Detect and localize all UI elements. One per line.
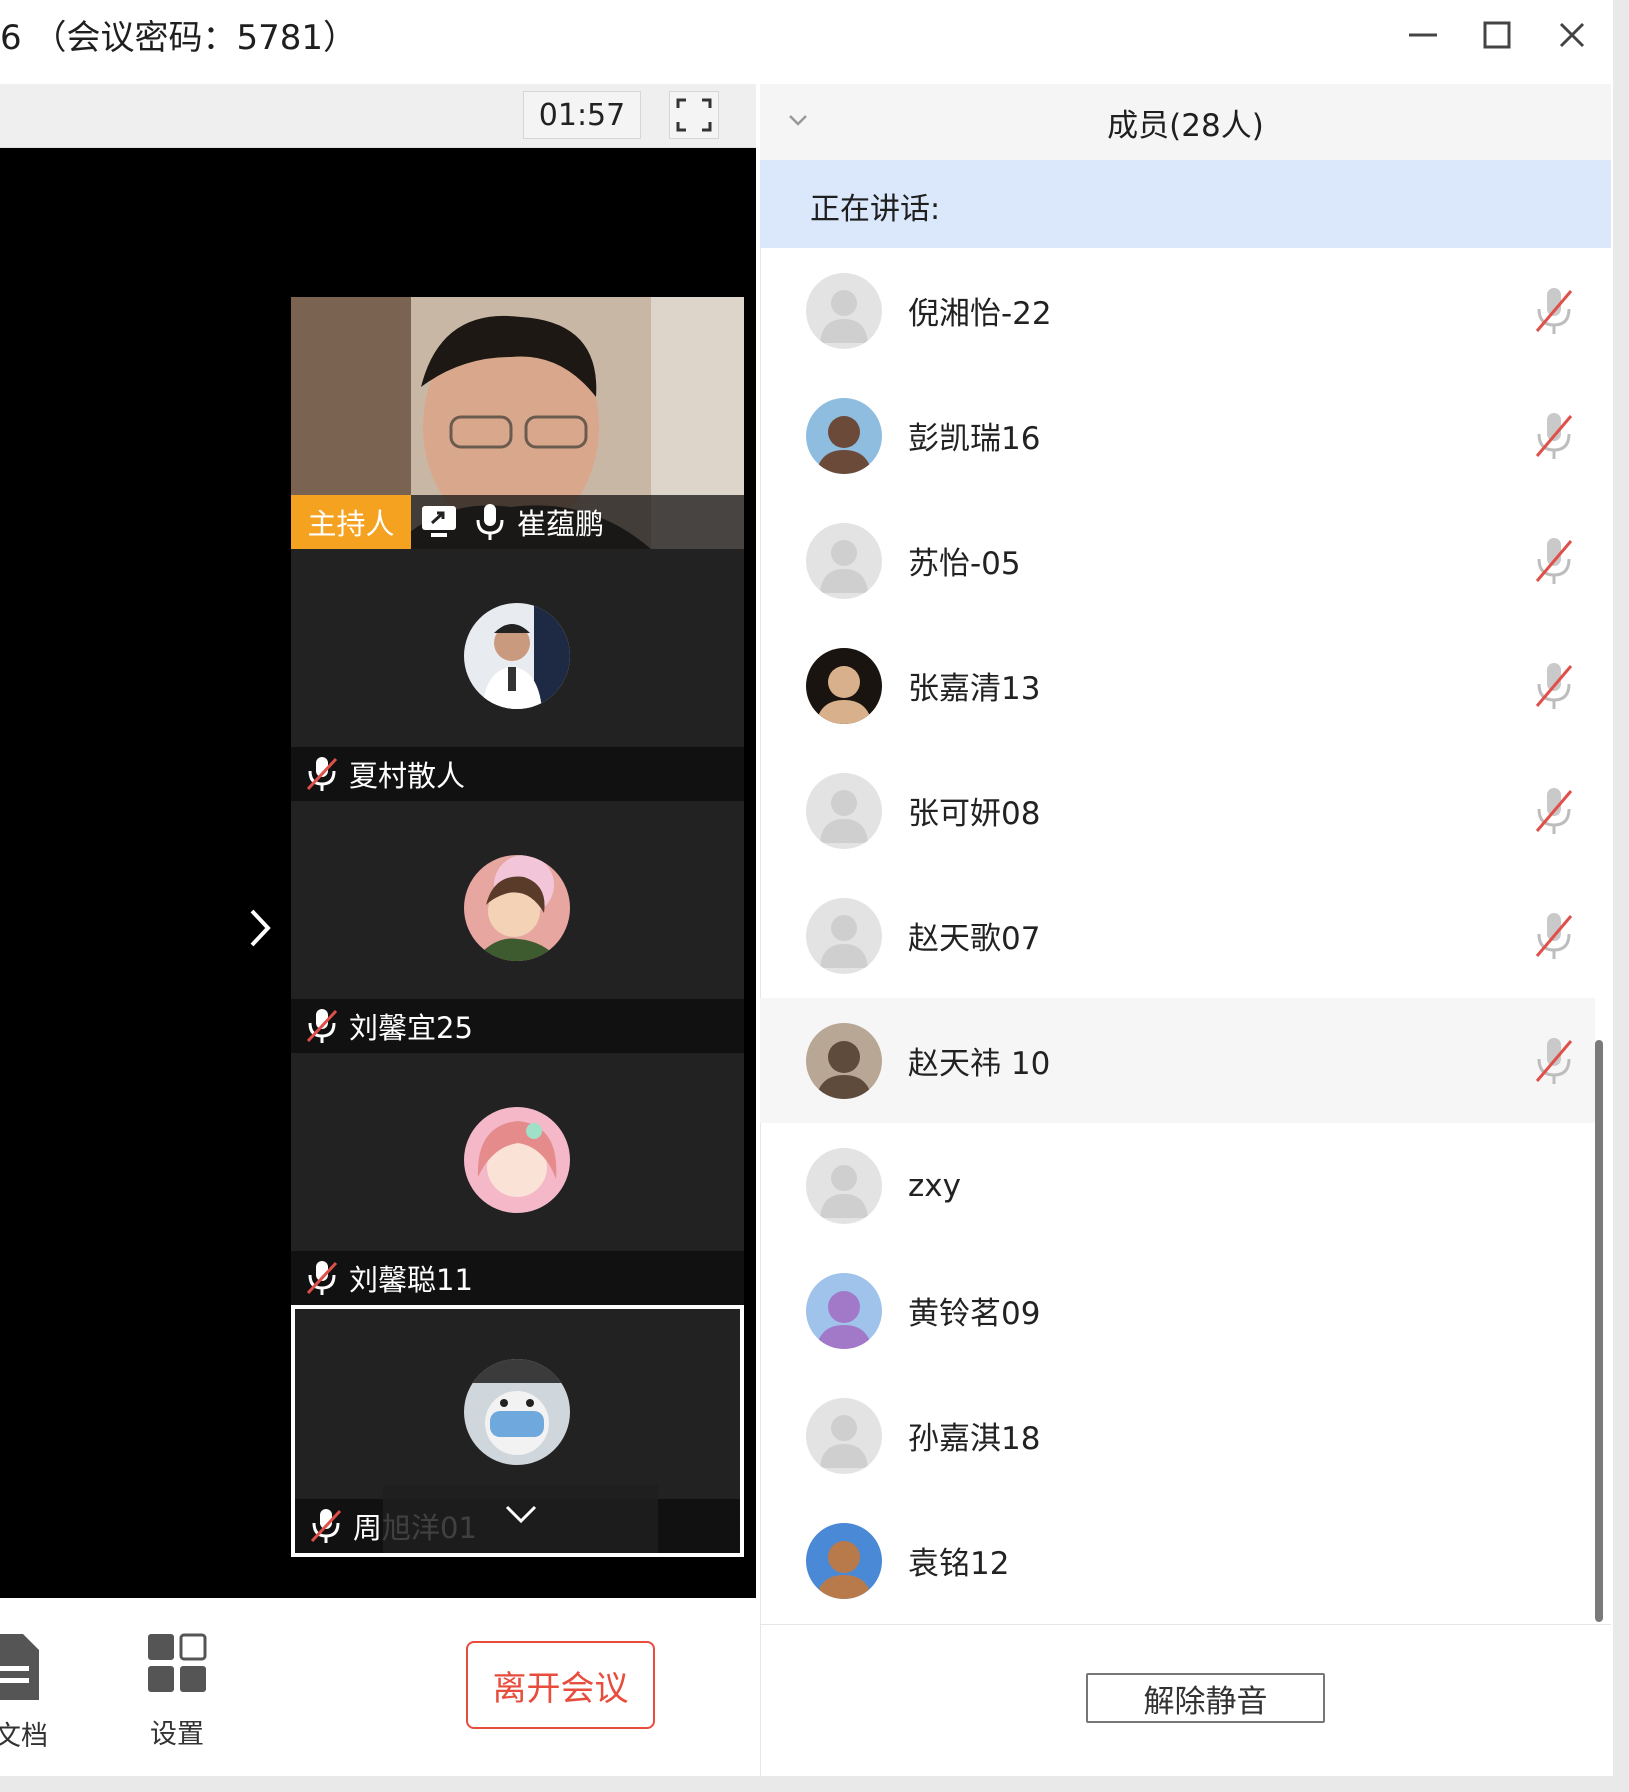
meeting-timer: 01:57 xyxy=(523,91,641,139)
next-page-arrow[interactable] xyxy=(240,905,280,951)
member-row[interactable]: 孙嘉淇18 xyxy=(760,1373,1595,1498)
documents-button[interactable]: 会议文档 xyxy=(0,1632,48,1753)
member-name: 彭凯瑞16 xyxy=(908,421,1041,457)
minimize-button[interactable] xyxy=(1393,10,1453,60)
mic-off-icon xyxy=(310,1509,342,1543)
documents-label: 会议文档 xyxy=(0,1721,48,1752)
member-name: 袁铭12 xyxy=(908,1546,1010,1582)
background-window-edge xyxy=(1613,0,1629,1792)
participant-name-bar: 刘馨宜25 xyxy=(291,999,744,1053)
member-avatar xyxy=(806,397,882,474)
mic-on-icon xyxy=(476,504,504,540)
mic-off-icon[interactable] xyxy=(1533,535,1575,587)
divider xyxy=(760,1624,1611,1625)
video-tile[interactable]: 刘馨宜25 xyxy=(291,801,744,1053)
participant-avatar xyxy=(464,855,570,961)
member-avatar xyxy=(806,647,882,724)
member-avatar xyxy=(806,522,882,599)
mic-off-icon xyxy=(306,1009,338,1043)
member-row[interactable]: 袁铭12 xyxy=(760,1498,1595,1623)
member-row[interactable]: zxy xyxy=(760,1123,1595,1248)
participant-name: 崔蕴鹏 xyxy=(517,507,605,541)
video-tile[interactable]: 刘馨聪11 xyxy=(291,1053,744,1305)
member-name: 张可妍08 xyxy=(908,796,1041,832)
maximize-icon xyxy=(1483,21,1511,49)
member-avatar xyxy=(806,1522,882,1599)
participant-name-bar: 刘馨聪11 xyxy=(291,1251,744,1305)
mic-off-icon[interactable] xyxy=(1533,910,1575,962)
chevron-down-icon xyxy=(505,1505,536,1524)
mic-off-icon[interactable] xyxy=(1533,785,1575,837)
member-list-scrollbar[interactable] xyxy=(1595,1040,1603,1622)
mic-off-icon xyxy=(306,757,338,791)
member-row[interactable]: 赵天歌07 xyxy=(760,873,1595,998)
participant-name: 夏村散人 xyxy=(349,759,466,793)
leave-meeting-button[interactable]: 离开会议 xyxy=(466,1641,655,1729)
mic-off-icon[interactable] xyxy=(1533,410,1575,462)
maximize-button[interactable] xyxy=(1467,10,1527,60)
member-name: 赵天歌07 xyxy=(908,921,1041,957)
close-icon xyxy=(1559,22,1585,48)
settings-grid-icon xyxy=(148,1633,207,1692)
close-button[interactable] xyxy=(1542,10,1602,60)
speaking-label: 正在讲话: xyxy=(810,192,941,227)
members-title: 成员(28人) xyxy=(1107,108,1264,144)
participant-avatar xyxy=(464,603,570,709)
member-row[interactable]: 倪湘怡-22 xyxy=(760,248,1595,373)
member-name: 黄铃茗09 xyxy=(908,1296,1041,1332)
member-name: 张嘉清13 xyxy=(908,671,1041,707)
member-name: 苏怡-05 xyxy=(908,546,1021,582)
member-row[interactable]: 张嘉清13 xyxy=(760,623,1595,748)
member-name: 赵天祎 10 xyxy=(908,1046,1051,1082)
member-row[interactable]: 苏怡-05 xyxy=(760,498,1595,623)
screen-share-icon xyxy=(422,506,456,537)
member-avatar xyxy=(806,772,882,849)
settings-button[interactable]: 设置 xyxy=(146,1632,208,1751)
member-avatar xyxy=(806,272,882,349)
member-avatar xyxy=(806,1272,882,1349)
member-name: 倪湘怡-22 xyxy=(908,296,1052,332)
fullscreen-icon xyxy=(676,98,712,132)
member-name: zxy xyxy=(908,1167,961,1204)
member-avatar xyxy=(806,1397,882,1474)
host-badge: 主持人 xyxy=(291,495,411,549)
video-tile[interactable]: 夏村散人 xyxy=(291,549,744,801)
member-avatar xyxy=(806,1147,882,1224)
member-avatar xyxy=(806,897,882,974)
taskbar-strip xyxy=(0,1776,1629,1792)
host-name-bar: 崔蕴鹏 xyxy=(411,495,744,549)
mic-off-icon xyxy=(306,1261,338,1295)
video-toolbar xyxy=(0,84,756,148)
member-row[interactable]: 赵天祎 10 xyxy=(760,998,1595,1123)
participant-name: 刘馨聪11 xyxy=(349,1263,473,1297)
mic-off-icon[interactable] xyxy=(1533,285,1575,337)
minimize-icon xyxy=(1409,33,1437,37)
participant-avatar xyxy=(464,1359,570,1465)
document-icon xyxy=(0,1634,39,1700)
mic-off-icon[interactable] xyxy=(1533,1035,1575,1087)
video-tile-selected[interactable]: 周旭洋01 xyxy=(291,1305,744,1557)
participant-name: 刘馨宜25 xyxy=(349,1011,473,1045)
chevron-right-icon xyxy=(250,909,271,947)
mic-off-icon[interactable] xyxy=(1533,660,1575,712)
window-title: 6 （会议密码：5781） xyxy=(0,18,357,58)
video-tile-host[interactable]: 主持人 崔蕴鹏 xyxy=(291,297,744,549)
member-avatar xyxy=(806,1022,882,1099)
participant-name-bar: 夏村散人 xyxy=(291,747,744,801)
fullscreen-button[interactable] xyxy=(669,91,719,139)
settings-label: 设置 xyxy=(150,1719,204,1750)
scroll-down-button[interactable] xyxy=(383,1485,658,1553)
member-row[interactable]: 黄铃茗09 xyxy=(760,1248,1595,1373)
unmute-all-button[interactable]: 解除静音 xyxy=(1086,1673,1325,1723)
member-name: 孙嘉淇18 xyxy=(908,1421,1041,1457)
member-row[interactable]: 张可妍08 xyxy=(760,748,1595,873)
participant-avatar xyxy=(464,1107,570,1213)
member-row[interactable]: 彭凯瑞16 xyxy=(760,373,1595,498)
